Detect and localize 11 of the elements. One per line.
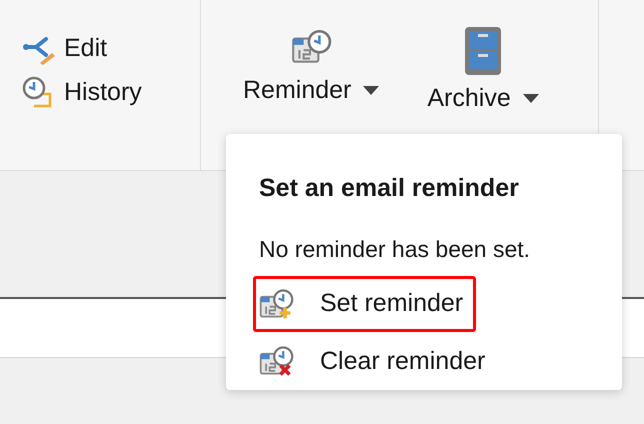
- dropdown-title: Set an email reminder: [259, 173, 520, 204]
- menu-item[interactable]: Clear reminder: [253, 334, 498, 389]
- calendar-delete-icon: [258, 345, 294, 378]
- caret-icon: [363, 86, 380, 96]
- status-text: No reminder has been set.: [259, 234, 532, 264]
- calendar-add-icon: [258, 288, 294, 320]
- ribbon-button[interactable]: Edit: [22, 30, 200, 68]
- menu-item[interactable]: Set reminder: [253, 276, 476, 332]
- ribbon-button[interactable]: History: [22, 74, 200, 111]
- caret-icon: [522, 94, 539, 104]
- file-cabinet-icon: [464, 26, 502, 76]
